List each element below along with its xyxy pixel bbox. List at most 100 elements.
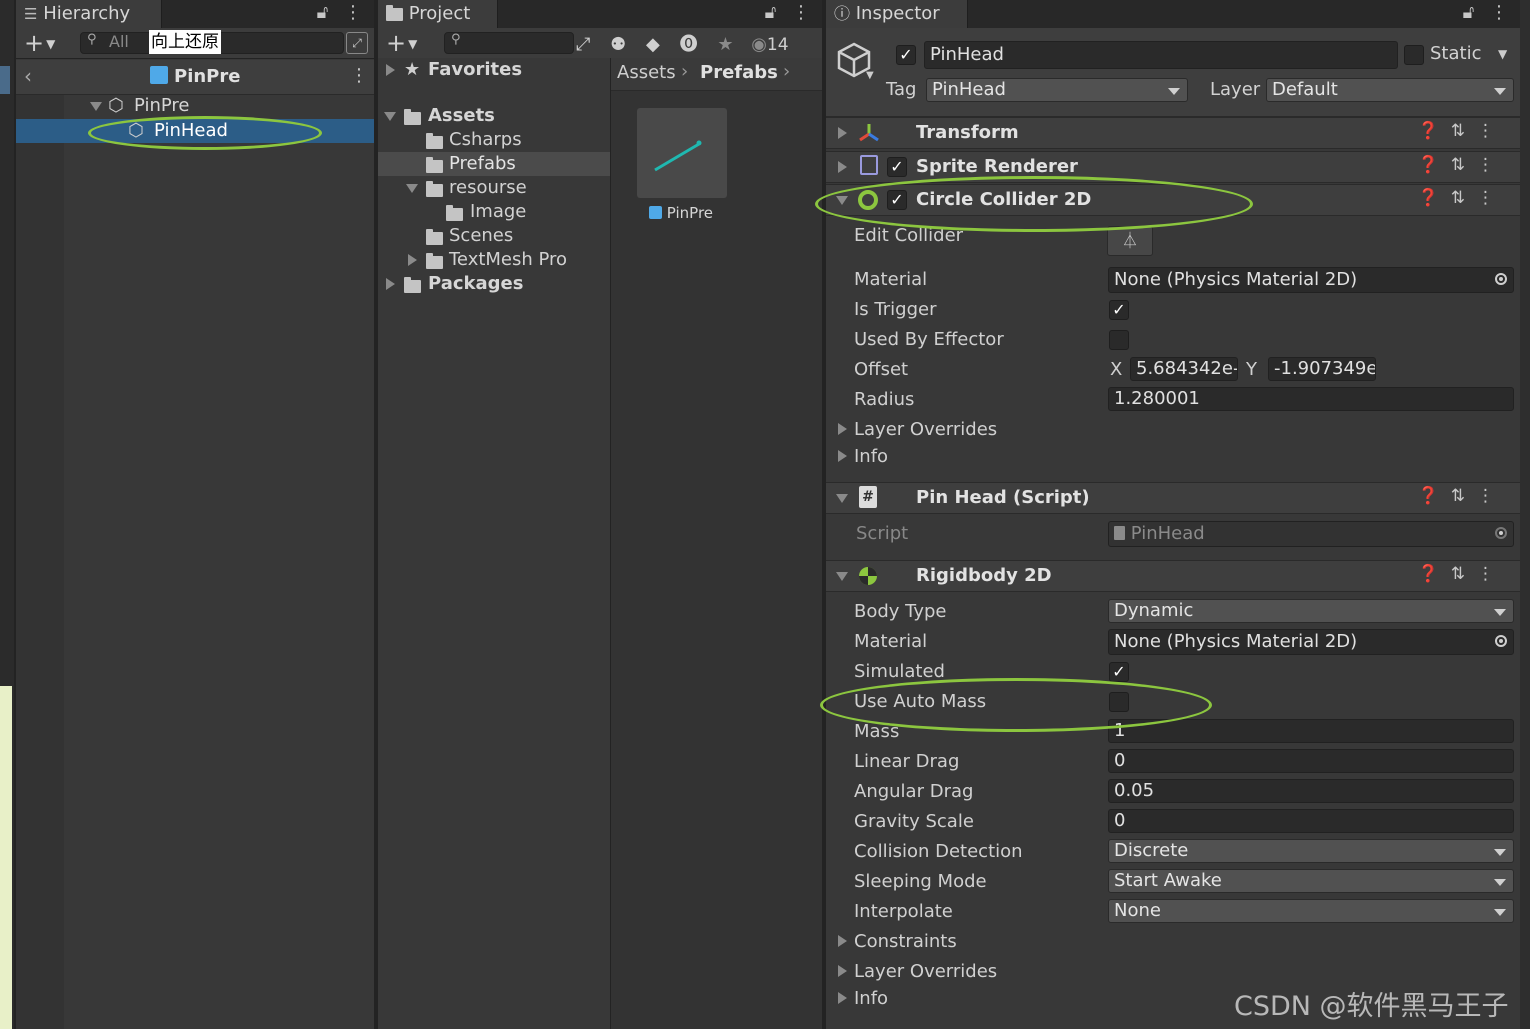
object-name-field[interactable]: PinHead [924,41,1398,69]
add-button[interactable]: + ▼ [24,29,55,57]
star-icon[interactable]: ★ [717,34,733,55]
asset-thumbnail-pinpre[interactable] [637,108,727,198]
presets-icon[interactable]: ⇅ [1451,155,1477,175]
kebab-menu-icon[interactable]: ⋮ [350,65,368,86]
gravity-scale-field[interactable]: 0 [1108,809,1514,833]
chevron-down-icon[interactable]: ▼ [1498,47,1507,61]
warning-icon[interactable]: ⓿ [680,34,698,55]
rb-info-foldout[interactable]: Info [854,988,888,1009]
add-button[interactable]: + ▼ [386,29,417,57]
expand-arrow-icon[interactable] [386,64,395,76]
tree-item-textmesh-pro[interactable]: TextMesh Pro [378,248,610,272]
hierarchy-item-pinhead[interactable]: ⬡ PinHead [16,119,374,143]
path-current-link[interactable]: Prefabs [700,62,778,83]
expand-arrow-icon[interactable] [838,450,847,462]
simulated-checkbox[interactable]: ✓ [1109,662,1129,682]
scene-search-button[interactable]: ⤢ [576,34,590,55]
offset-x-field[interactable]: 5.684342e- [1130,357,1238,381]
lock-icon[interactable]: 🔓︎ [1463,2,1475,23]
expand-arrow-icon[interactable] [384,112,396,121]
rb-material-field[interactable]: None (Physics Material 2D) [1108,629,1514,655]
help-icon[interactable]: ❓ [1418,155,1451,175]
radius-field[interactable]: 1.280001 [1108,387,1514,411]
expand-arrow-icon[interactable] [408,254,417,266]
kebab-menu-icon[interactable]: ⋮ [1477,564,1506,584]
expand-arrow-icon[interactable] [90,102,102,111]
expand-arrow-icon[interactable] [838,423,847,435]
expand-arrow-icon[interactable] [386,278,395,290]
project-search-input[interactable]: ⚲ [444,32,574,54]
eye-icon[interactable]: ◉ [751,34,767,55]
kebab-menu-icon[interactable]: ⋮ [1477,155,1506,175]
help-icon[interactable]: ❓ [1418,188,1451,208]
tab-inspector[interactable]: ⓘ Inspector [826,0,968,28]
static-checkbox[interactable] [1404,45,1424,65]
mass-field[interactable]: 1 [1108,719,1514,743]
expand-arrow-icon[interactable] [406,184,418,193]
component-header-pinhead-script[interactable]: # Pin Head (Script) ❓⇅⋮ [826,482,1520,514]
angular-drag-field[interactable]: 0.05 [1108,779,1514,803]
expand-arrow-icon[interactable] [838,127,847,139]
expand-arrow-icon[interactable] [838,935,847,947]
tab-project[interactable]: Project [378,0,498,28]
tree-item-resourse[interactable]: resourse [378,176,610,200]
component-enabled-checkbox[interactable]: ✓ [887,157,907,177]
kebab-menu-icon[interactable]: ⋮ [1477,188,1506,208]
linear-drag-field[interactable]: 0 [1108,749,1514,773]
collider-layer-overrides-foldout[interactable]: Layer Overrides [854,419,997,440]
tree-item-assets[interactable]: Assets [378,104,610,128]
expand-arrow-icon[interactable] [838,965,847,977]
use-auto-mass-checkbox[interactable] [1109,692,1129,712]
kebab-menu-icon[interactable]: ⋮ [792,2,810,23]
help-icon[interactable]: ❓ [1418,564,1451,584]
sleeping-mode-dropdown[interactable]: Start Awake [1108,869,1514,893]
collider-info-foldout[interactable]: Info [854,446,888,467]
tab-hierarchy[interactable]: ☰ Hierarchy [16,0,162,28]
path-root-link[interactable]: Assets [617,62,676,83]
expand-arrow-icon[interactable] [836,196,848,205]
component-enabled-checkbox[interactable]: ✓ [887,190,907,210]
presets-icon[interactable]: ⇅ [1451,188,1477,208]
kebab-menu-icon[interactable]: ⋮ [1477,121,1506,141]
presets-icon[interactable]: ⇅ [1451,564,1477,584]
component-header-rigidbody-2d[interactable]: Rigidbody 2D ❓⇅⋮ [826,560,1520,592]
lock-icon[interactable]: 🔓︎ [317,2,329,23]
help-icon[interactable]: ❓ [1418,486,1451,506]
object-picker-icon[interactable] [1495,273,1507,285]
used-by-effector-checkbox[interactable] [1109,330,1129,350]
filter-by-type-icon[interactable]: ⚉ [610,34,626,55]
tree-item-favorites[interactable]: ★ Favorites [378,58,610,82]
component-header-circle-collider-2d[interactable]: ✓ Circle Collider 2D ❓⇅⋮ [826,184,1520,216]
collision-detection-dropdown[interactable]: Discrete [1108,839,1514,863]
hierarchy-item-pinpre[interactable]: ⬡ PinPre [64,94,374,118]
expand-arrow-icon[interactable] [838,992,847,1004]
tree-item-csharps[interactable]: Csharps [378,128,610,152]
body-type-dropdown[interactable]: Dynamic [1108,599,1514,623]
constraints-foldout[interactable]: Constraints [854,931,957,952]
hierarchy-search-input[interactable]: ⚲ All 向上还原 [80,30,344,54]
interpolate-dropdown[interactable]: None [1108,899,1514,923]
collider-material-field[interactable]: None (Physics Material 2D) [1108,267,1514,293]
help-icon[interactable]: ❓ [1418,121,1451,141]
component-header-transform[interactable]: Transform ❓⇅⋮ [826,117,1520,149]
object-picker-icon[interactable] [1495,635,1507,647]
edit-collider-button[interactable]: ⏃ [1107,226,1153,256]
is-trigger-checkbox[interactable]: ✓ [1109,300,1129,320]
offset-y-field[interactable]: -1.907349e [1268,357,1376,381]
kebab-menu-icon[interactable]: ⋮ [1477,486,1506,506]
active-toggle-checkbox[interactable]: ✓ [896,45,916,65]
kebab-menu-icon[interactable]: ⋮ [344,2,362,23]
tree-item-scenes[interactable]: Scenes [378,224,610,248]
layer-dropdown[interactable]: Default [1266,78,1514,102]
inspector-scrollbar[interactable] [1520,0,1530,1029]
tree-item-prefabs[interactable]: Prefabs [378,152,610,176]
asset-label[interactable]: PinPre [649,204,713,222]
lock-icon[interactable]: 🔓︎ [765,2,777,23]
component-header-sprite-renderer[interactable]: ✓ Sprite Renderer ❓⇅⋮ [826,151,1520,183]
expand-arrow-icon[interactable] [838,161,847,173]
presets-icon[interactable]: ⇅ [1451,486,1477,506]
expand-arrow-icon[interactable] [836,494,848,503]
back-chevron-icon[interactable]: ‹ [24,64,32,88]
tree-item-packages[interactable]: Packages [378,272,610,296]
scene-search-button[interactable]: ⤢ [346,32,368,54]
